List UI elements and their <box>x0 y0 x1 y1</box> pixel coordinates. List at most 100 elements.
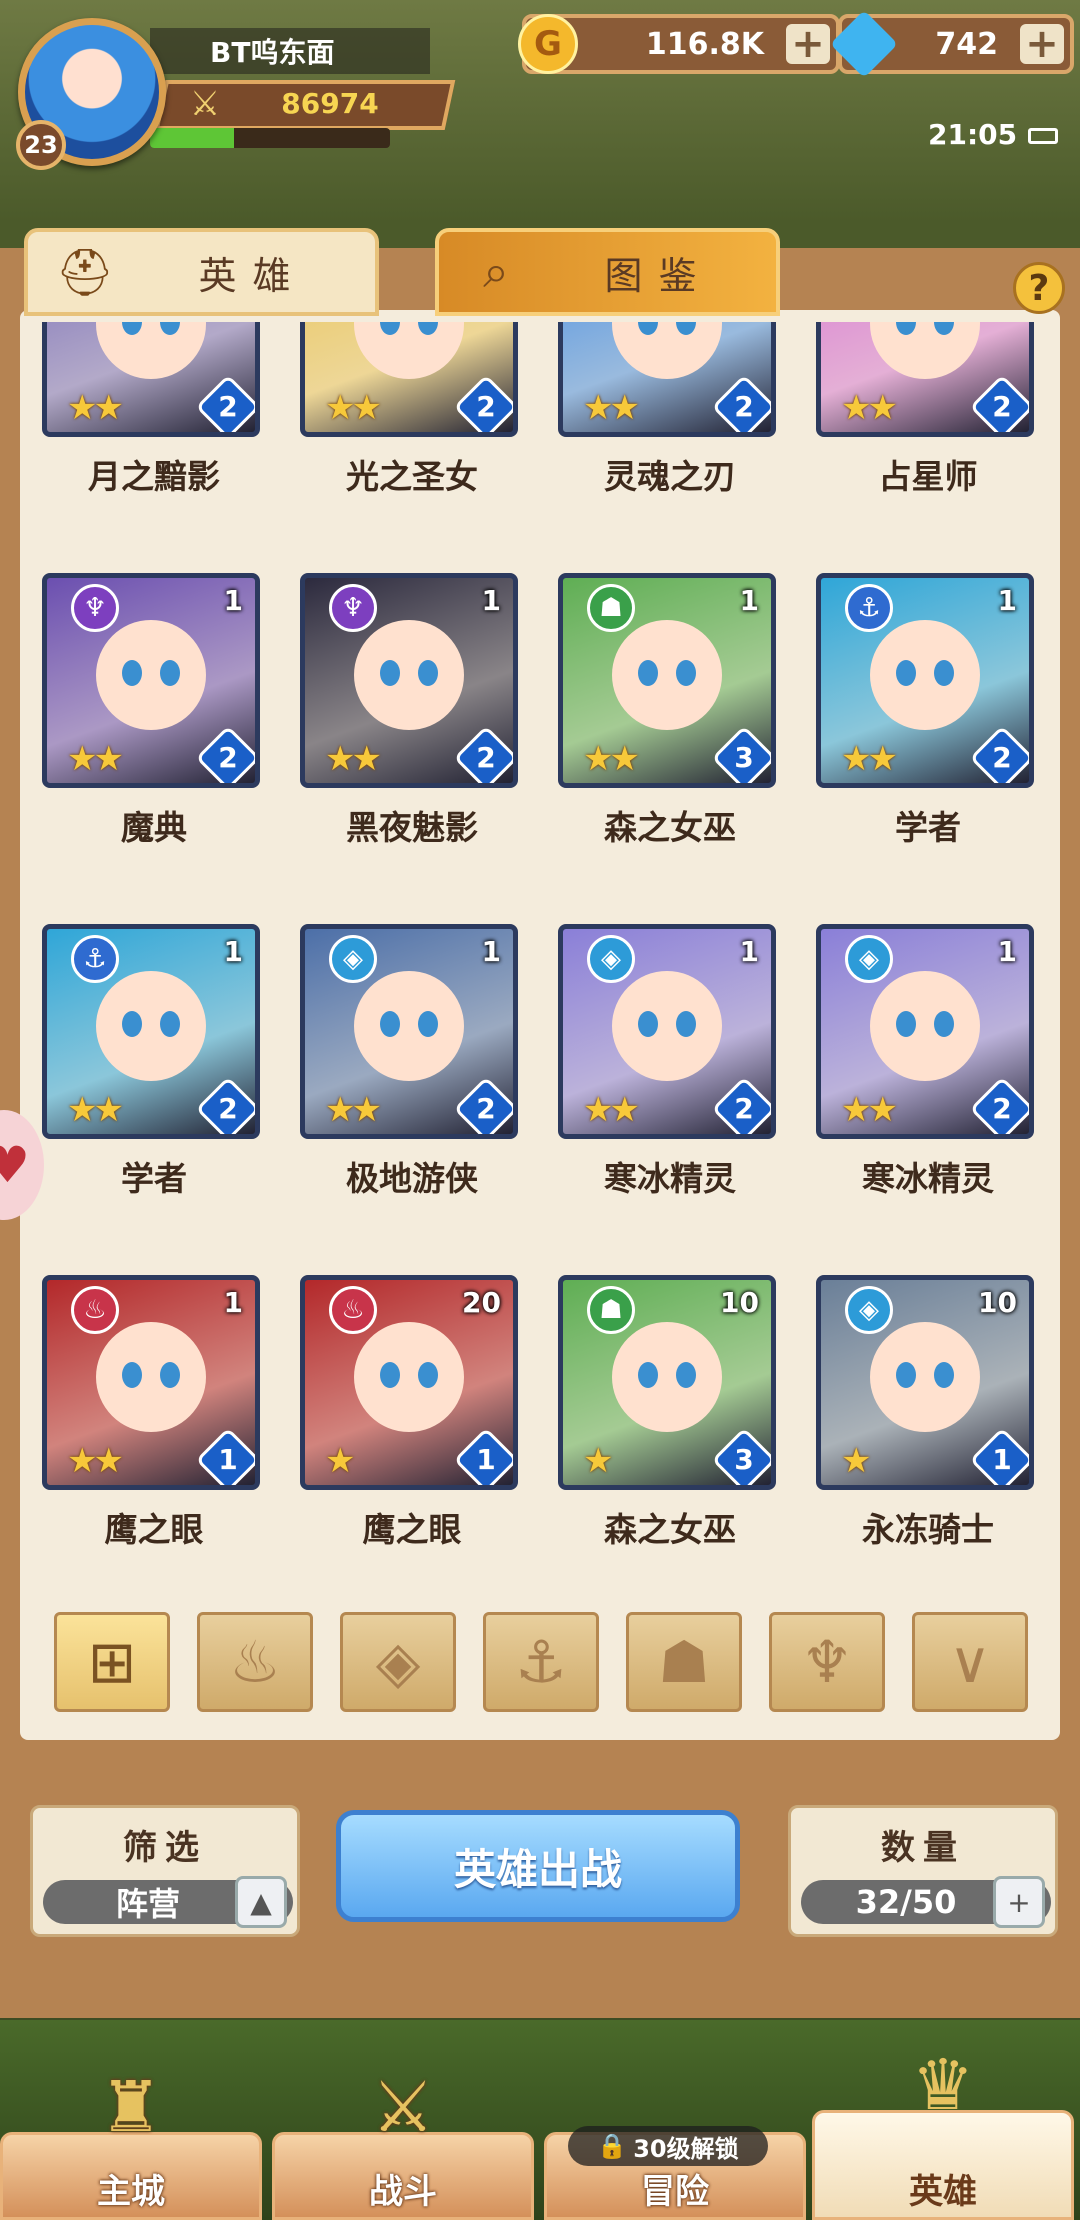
hero-name: 寒冰精灵 <box>604 1159 736 1198</box>
grade-value: 3 <box>734 741 754 774</box>
nav-battle[interactable]: ⚔ 战斗 <box>272 2066 534 2220</box>
hero-card[interactable]: ★★ 2 月之黯影 <box>24 322 260 496</box>
tab-hero-label: 英雄 <box>198 253 307 298</box>
star-rating: ★★ <box>583 739 640 779</box>
grade-badge: 2 <box>711 374 771 432</box>
ice-faction-filter-button[interactable]: ◈ <box>340 1612 456 1712</box>
gold-coin-icon: G <box>518 14 578 74</box>
battery-icon <box>1028 128 1058 144</box>
eye <box>122 1362 142 1388</box>
star-rating: ★★ <box>841 1090 898 1130</box>
grade-badge: 2 <box>195 374 255 432</box>
eye <box>160 322 180 335</box>
ice-icon: ◈ <box>329 935 377 983</box>
fire-faction-filter-button[interactable]: ♨ <box>197 1612 313 1712</box>
star-rating: ★★ <box>67 1441 124 1481</box>
chevron-up-icon[interactable]: ▲ <box>235 1876 287 1928</box>
nav-main-city[interactable]: ♜ 主城 <box>0 2066 262 2220</box>
help-button[interactable]: ? <box>1013 262 1065 314</box>
eye <box>638 1362 658 1388</box>
grade-badge: 2 <box>969 725 1029 783</box>
hero-count: 20 <box>462 1286 501 1319</box>
grade-badge: 2 <box>195 725 255 783</box>
horn-faction-icon: ∨ <box>948 1628 992 1696</box>
eye <box>418 1011 438 1037</box>
hero-card[interactable]: ♆ 1 ★★ 2 黑夜魅影 <box>282 573 518 847</box>
grade-badge: 2 <box>453 374 513 432</box>
tab-hero[interactable]: ⛑ 英雄 <box>24 228 379 316</box>
star-rating: ★★ <box>325 1090 382 1130</box>
nav-hero[interactable]: ♛ 英雄 <box>812 2044 1074 2220</box>
diamond-icon <box>830 10 898 78</box>
eye <box>380 1011 400 1037</box>
hero-name: 学者 <box>895 808 961 847</box>
hero-card[interactable]: ⚓ 1 ★★ 2 学者 <box>798 573 1034 847</box>
xp-bar <box>150 128 390 148</box>
add-gold-button[interactable]: + <box>786 21 830 67</box>
eye <box>160 1362 180 1388</box>
hero-name: 永冻骑士 <box>862 1510 994 1549</box>
hero-card[interactable]: ◈ 1 ★★ 2 寒冰精灵 <box>540 924 776 1198</box>
expand-capacity-button[interactable]: + <box>993 1876 1045 1928</box>
hero-name: 极地游侠 <box>346 1159 478 1198</box>
hero-card[interactable]: ◈ 10 ★ 1 永冻骑士 <box>798 1275 1034 1549</box>
hero-card[interactable]: ★★ 2 灵魂之刃 <box>540 322 776 496</box>
deploy-heroes-button[interactable]: 英雄出战 <box>336 1810 740 1922</box>
nav-adventure-label: 冒险 <box>641 2172 709 2212</box>
anchor-faction-filter-button[interactable]: ⚓ <box>483 1612 599 1712</box>
eye <box>418 322 438 335</box>
eye <box>418 1362 438 1388</box>
tab-dex[interactable]: ⌕ 图鉴 <box>435 228 780 316</box>
hero-name: 鹰之眼 <box>362 1510 462 1549</box>
grade-badge: 2 <box>453 1076 513 1134</box>
horned-helmet-icon: ♛ <box>911 2044 975 2126</box>
gems-display: 742 + <box>830 10 1074 78</box>
nav-hero-label: 英雄 <box>909 2172 977 2212</box>
demon-faction-filter-button[interactable]: ♆ <box>769 1612 885 1712</box>
star-rating: ★★ <box>841 739 898 779</box>
gems-value: 742 <box>935 26 998 62</box>
hero-face <box>612 1322 722 1432</box>
eye <box>896 322 916 335</box>
adventure-lock-label: 30级解锁 <box>633 2134 739 2163</box>
hero-portrait: ♨ 20 ★ 1 <box>300 1275 518 1490</box>
eye <box>676 1362 696 1388</box>
hero-portrait: ★★ 2 <box>300 322 518 437</box>
grade-value: 2 <box>476 390 496 423</box>
eye <box>122 660 142 686</box>
hero-count: 1 <box>223 1286 243 1319</box>
grade-value: 2 <box>992 741 1012 774</box>
hero-card[interactable]: ⚓ 1 ★★ 2 学者 <box>24 924 260 1198</box>
hero-card[interactable]: ♆ 1 ★★ 2 魔典 <box>24 573 260 847</box>
hero-portrait: ◈ 1 ★★ 2 <box>816 924 1034 1139</box>
hero-name: 森之女巫 <box>604 808 736 847</box>
fire-icon: ♨ <box>71 1286 119 1334</box>
grade-value: 1 <box>992 1443 1012 1476</box>
anchor-icon: ⚓ <box>845 584 893 632</box>
beast-faction-filter-button[interactable]: ☗ <box>626 1612 742 1712</box>
hero-card[interactable]: ★★ 2 光之圣女 <box>282 322 518 496</box>
hero-card[interactable]: ♨ 1 ★★ 1 鹰之眼 <box>24 1275 260 1549</box>
hero-card[interactable]: ☗ 10 ★ 3 森之女巫 <box>540 1275 776 1549</box>
grade-badge: 1 <box>195 1427 255 1485</box>
horn-faction-filter-button[interactable]: ∨ <box>912 1612 1028 1712</box>
hero-card[interactable]: ★★ 2 占星师 <box>798 322 1034 496</box>
add-gems-button[interactable]: + <box>1020 21 1064 67</box>
grade-badge: 1 <box>969 1427 1029 1485</box>
grid-filter-button[interactable]: ⊞ <box>54 1612 170 1712</box>
count-title: 数量 <box>881 1828 965 1868</box>
eye <box>676 322 696 335</box>
hero-face <box>96 1322 206 1432</box>
hero-count: 1 <box>223 935 243 968</box>
player-level-badge: 23 <box>16 120 66 170</box>
eye <box>934 1011 954 1037</box>
hero-card[interactable]: ◈ 1 ★★ 2 极地游侠 <box>282 924 518 1198</box>
hero-card[interactable]: ◈ 1 ★★ 2 寒冰精灵 <box>798 924 1034 1198</box>
hero-grid: ★★ 2 月之黯影 ★★ 2 光之圣女 ★★ 2 灵魂之刃 ★★ 2 占星师 ♆ 1 ★★ 2 魔典 ♆ 1 ★★ 2 黑… <box>24 322 1058 1592</box>
hero-card[interactable]: ♨ 20 ★ 1 鹰之眼 <box>282 1275 518 1549</box>
grade-value: 2 <box>218 390 238 423</box>
hero-card[interactable]: ☗ 1 ★★ 3 森之女巫 <box>540 573 776 847</box>
eye <box>934 660 954 686</box>
eye <box>934 1362 954 1388</box>
hero-face <box>96 971 206 1081</box>
